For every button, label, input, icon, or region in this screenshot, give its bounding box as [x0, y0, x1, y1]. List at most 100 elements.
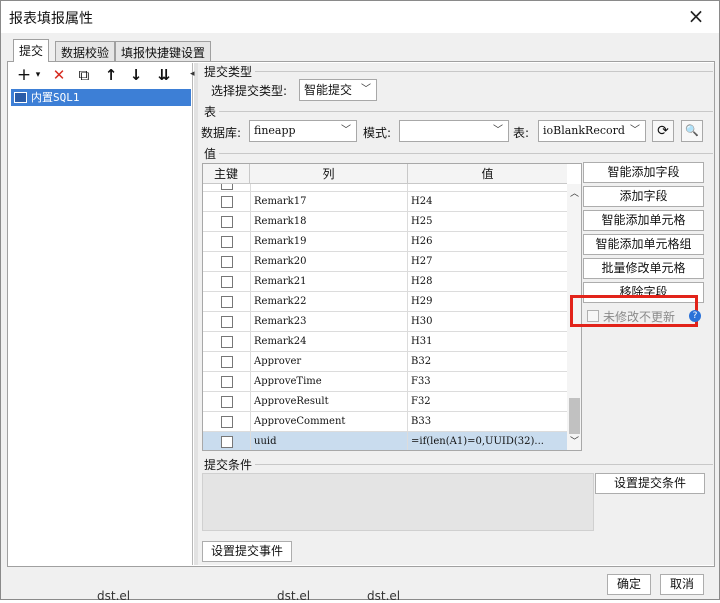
column-cell[interactable]: Remark21	[250, 272, 408, 292]
table-row[interactable]: ApproveTime F33	[203, 372, 567, 392]
primary-key-checkbox[interactable]	[221, 436, 233, 448]
table-row[interactable]: Remark18 H25	[203, 212, 567, 232]
column-cell[interactable]: ApproveComment	[250, 412, 408, 432]
scroll-up-icon[interactable]: ︿	[567, 186, 581, 200]
column-cell[interactable]: Remark23	[250, 312, 408, 332]
table-icon	[14, 92, 27, 103]
primary-key-checkbox[interactable]	[221, 196, 233, 208]
chevron-down-icon: ﹀	[361, 84, 371, 95]
ok-button[interactable]: 确定	[607, 574, 651, 595]
column-cell[interactable]: Remark17	[250, 192, 408, 212]
header-value[interactable]: 值	[408, 164, 567, 184]
primary-key-checkbox[interactable]	[221, 296, 233, 308]
column-cell[interactable]: ApproveResult	[250, 392, 408, 412]
add-dropdown-icon[interactable]: ▾	[29, 65, 47, 85]
primary-key-checkbox[interactable]	[221, 336, 233, 348]
scrollbar-thumb[interactable]	[569, 398, 580, 434]
table-row[interactable]: Remark20 H27	[203, 252, 567, 272]
column-cell[interactable]: Approver	[250, 352, 408, 372]
add-field-button[interactable]: 添加字段	[583, 186, 704, 207]
primary-key-checkbox[interactable]	[221, 356, 233, 368]
table-select[interactable]: ioBlankRecord ﹀	[538, 120, 646, 142]
smart-add-field-button[interactable]: 智能添加字段	[583, 162, 704, 183]
primary-key-checkbox[interactable]	[221, 376, 233, 388]
schema-select[interactable]: ﹀	[399, 120, 509, 142]
tree-item-builtin-sql[interactable]: 内置SQL1	[11, 89, 191, 106]
value-cell[interactable]: F32	[408, 392, 566, 412]
table-value: ioBlankRecord	[543, 124, 625, 137]
value-cell[interactable]: F33	[408, 372, 566, 392]
collapse-arrow-icon[interactable]: ◂	[190, 69, 195, 79]
sort-icon[interactable]: ⇊	[155, 65, 173, 85]
refresh-icon[interactable]: ⟳	[652, 120, 674, 142]
primary-key-checkbox[interactable]	[221, 256, 233, 268]
column-cell[interactable]: Remark22	[250, 292, 408, 312]
tab-shortcut-settings[interactable]: 填报快捷键设置	[115, 41, 212, 61]
value-cell[interactable]: H28	[408, 272, 566, 292]
primary-key-checkbox[interactable]	[221, 184, 233, 190]
value-cell[interactable]: H25	[408, 212, 566, 232]
table-section-label: 表	[204, 105, 217, 119]
column-cell[interactable]: Remark19	[250, 232, 408, 252]
value-cell[interactable]: B32	[408, 352, 566, 372]
help-icon[interactable]: ?	[689, 310, 701, 322]
primary-key-checkbox[interactable]	[221, 236, 233, 248]
move-down-icon[interactable]: ↓	[127, 65, 145, 85]
smart-add-cell-group-button[interactable]: 智能添加单元格组	[583, 234, 704, 255]
table-row[interactable]: uuid =if(len(A1)=0,UUID(32)...	[203, 432, 567, 450]
column-cell[interactable]: Remark18	[250, 212, 408, 232]
value-cell[interactable]: H27	[408, 252, 566, 272]
primary-key-checkbox[interactable]	[221, 396, 233, 408]
column-cell[interactable]: Remark24	[250, 332, 408, 352]
database-select[interactable]: fineapp ﹀	[249, 120, 357, 142]
set-submit-event-button[interactable]: 设置提交事件	[202, 541, 292, 562]
primary-key-checkbox[interactable]	[221, 276, 233, 288]
close-icon[interactable]: ×	[685, 5, 707, 27]
search-icon[interactable]: 🔍	[681, 120, 703, 142]
value-cell[interactable]: H24	[408, 192, 566, 212]
chevron-down-icon: ﹀	[630, 125, 640, 136]
cancel-button[interactable]: 取消	[660, 574, 704, 595]
header-column[interactable]: 列	[250, 164, 408, 184]
schema-label: 模式:	[363, 126, 392, 140]
field-mapping-table: 主键 列 值 Remark17 H24 Remark18 H25 Remark19 H26…	[202, 163, 582, 451]
value-cell[interactable]: B33	[408, 412, 566, 432]
tab-submit[interactable]: 提交	[13, 39, 50, 62]
scroll-down-icon[interactable]: ﹀	[567, 434, 581, 448]
table-row[interactable]: ApproveResult F32	[203, 392, 567, 412]
value-cell[interactable]: H26	[408, 232, 566, 252]
primary-key-checkbox[interactable]	[221, 416, 233, 428]
submit-condition-section-label: 提交条件	[204, 458, 253, 472]
column-cell[interactable]: Remark20	[250, 252, 408, 272]
table-header: 主键 列 值	[203, 164, 567, 184]
table-row[interactable]: Remark17 H24	[203, 192, 567, 212]
table-row[interactable]: Remark24 H31	[203, 332, 567, 352]
set-submit-condition-button[interactable]: 设置提交条件	[595, 473, 705, 494]
submit-type-select[interactable]: 智能提交 ﹀	[299, 79, 377, 101]
divider	[255, 71, 713, 72]
table-row[interactable]: Remark22 H29	[203, 292, 567, 312]
value-cell[interactable]: H31	[408, 332, 566, 352]
value-cell[interactable]: H30	[408, 312, 566, 332]
value-cell[interactable]: H29	[408, 292, 566, 312]
submit-type-label: 选择提交类型:	[211, 84, 288, 98]
batch-modify-cell-button[interactable]: 批量修改单元格	[583, 258, 704, 279]
copy-icon[interactable]: ⧉	[75, 65, 93, 85]
table-row[interactable]: Approver B32	[203, 352, 567, 372]
submit-condition-display	[202, 473, 594, 531]
table-row[interactable]: ApproveComment B33	[203, 412, 567, 432]
column-cell[interactable]: uuid	[250, 432, 408, 450]
primary-key-checkbox[interactable]	[221, 316, 233, 328]
value-cell[interactable]: =if(len(A1)=0,UUID(32)...	[408, 432, 566, 450]
table-row[interactable]: Remark23 H30	[203, 312, 567, 332]
smart-add-cell-button[interactable]: 智能添加单元格	[583, 210, 704, 231]
column-cell[interactable]: ApproveTime	[250, 372, 408, 392]
header-primary-key[interactable]: 主键	[203, 164, 250, 184]
tab-data-validation[interactable]: 数据校验	[55, 41, 116, 61]
submit-type-value: 智能提交	[304, 83, 353, 97]
move-up-icon[interactable]: ↑	[102, 65, 120, 85]
table-row[interactable]: Remark21 H28	[203, 272, 567, 292]
table-row[interactable]: Remark19 H26	[203, 232, 567, 252]
primary-key-checkbox[interactable]	[221, 216, 233, 228]
delete-icon[interactable]: ✕	[50, 65, 68, 85]
